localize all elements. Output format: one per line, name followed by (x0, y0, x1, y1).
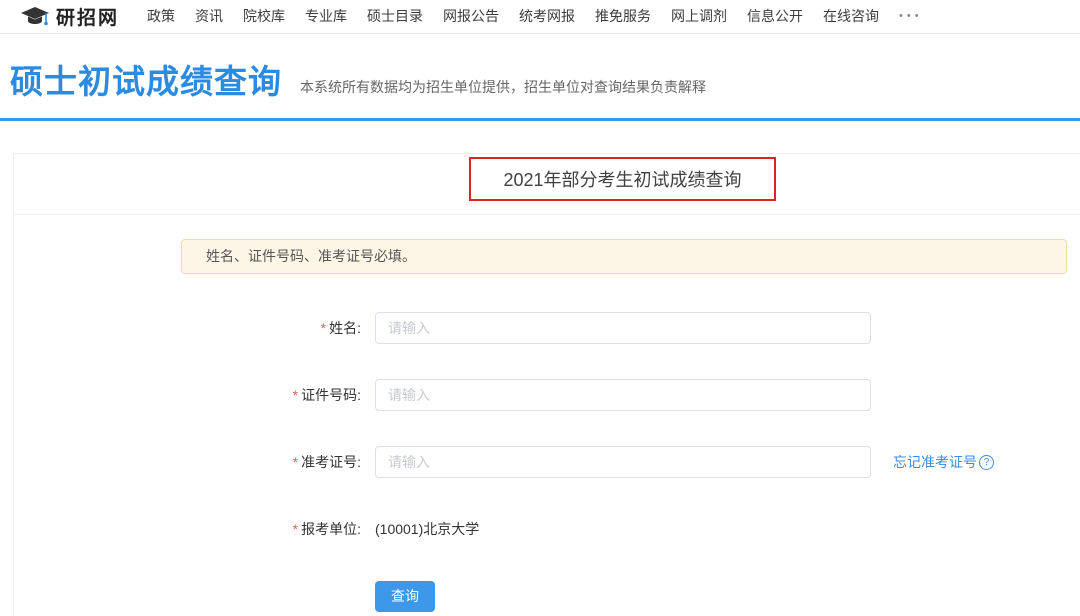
form-row-name: *姓名: (14, 312, 1080, 344)
page-subtitle: 本系统所有数据均为招生单位提供，招生单位对查询结果负责解释 (300, 77, 706, 97)
required-asterisk: * (293, 521, 298, 537)
site-logo[interactable]: 研招网 (20, 3, 119, 30)
nav-item-online-report-notice[interactable]: 网报公告 (433, 0, 509, 33)
nav-item-exemption-service[interactable]: 推免服务 (585, 0, 661, 33)
required-asterisk: * (321, 320, 326, 336)
nav-item-policy[interactable]: 政策 (137, 0, 185, 33)
form-row-id-number: *证件号码: (14, 379, 1080, 411)
nav-item-news[interactable]: 资讯 (185, 0, 233, 33)
id-number-input[interactable] (375, 379, 871, 411)
top-navbar: 研招网 政策 资讯 院校库 专业库 硕士目录 网报公告 统考网报 推免服务 网上… (0, 0, 1080, 34)
target-institution-value: (10001)北京大学 (375, 519, 479, 539)
nav-item-college-library[interactable]: 院校库 (233, 0, 295, 33)
help-question-icon[interactable]: ? (979, 455, 994, 470)
required-asterisk: * (293, 454, 298, 470)
red-highlight-box: 2021年部分考生初试成绩查询 (469, 157, 776, 201)
card-header: 2021年部分考生初试成绩查询 (14, 154, 1080, 215)
ticket-number-input[interactable] (375, 446, 871, 478)
ticket-number-label: *准考证号: (181, 452, 361, 472)
card-body: 姓名、证件号码、准考证号必填。 *姓名: *证件号码: *准考证号: (14, 239, 1080, 612)
nav-item-online-adjustment[interactable]: 网上调剂 (661, 0, 737, 33)
notice-banner: 姓名、证件号码、准考证号必填。 (181, 239, 1067, 274)
score-query-card: 2021年部分考生初试成绩查询 姓名、证件号码、准考证号必填。 *姓名: *证件… (13, 153, 1080, 616)
nav-item-master-catalog[interactable]: 硕士目录 (357, 0, 433, 33)
target-institution-label: *报考单位: (181, 519, 361, 539)
form-row-ticket-number: *准考证号: 忘记准考证号 ? (14, 446, 1080, 478)
nav-item-info-disclosure[interactable]: 信息公开 (737, 0, 813, 33)
query-form: *姓名: *证件号码: *准考证号: 忘记准考证号 ? (14, 312, 1080, 612)
header-accent-line (0, 118, 1080, 121)
nav-item-major-library[interactable]: 专业库 (295, 0, 357, 33)
form-row-submit: 查询 (14, 580, 1080, 612)
graduation-cap-icon (20, 6, 56, 28)
name-input[interactable] (375, 312, 871, 344)
nav-item-unified-exam-report[interactable]: 统考网报 (509, 0, 585, 33)
required-asterisk: * (293, 387, 298, 403)
site-logo-text: 研招网 (56, 3, 119, 30)
query-button[interactable]: 查询 (375, 581, 435, 612)
nav-item-online-consult[interactable]: 在线咨询 (813, 0, 889, 33)
card-title: 2021年部分考生初试成绩查询 (503, 166, 741, 192)
more-menu-icon[interactable]: ••• (889, 0, 933, 33)
forgot-ticket-link[interactable]: 忘记准考证号 ? (893, 452, 994, 472)
id-number-label: *证件号码: (181, 385, 361, 405)
form-row-target-institution: *报考单位: (10001)北京大学 (14, 513, 1080, 545)
page-header: 硕士初试成绩查询 本系统所有数据均为招生单位提供，招生单位对查询结果负责解释 (0, 34, 1080, 118)
name-label: *姓名: (181, 318, 361, 338)
page-title: 硕士初试成绩查询 (10, 55, 282, 103)
